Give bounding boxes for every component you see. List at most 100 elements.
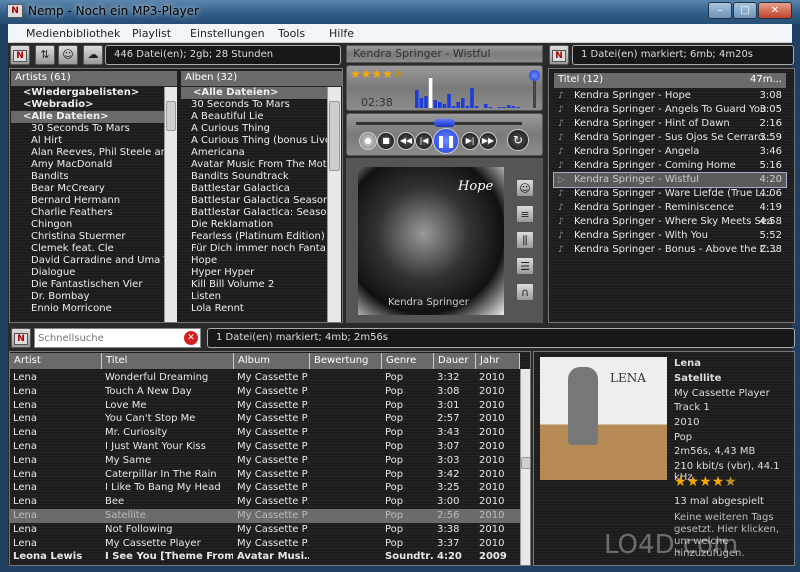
details-cover[interactable]: LENA [540, 357, 667, 480]
table-row[interactable]: LenaSatelliteMy Cassette P…★★★★★Pop2:562… [10, 508, 520, 523]
album-item[interactable]: Die Reklamation [181, 219, 327, 231]
artist-item[interactable]: Charlie Feathers [11, 207, 164, 219]
table-body[interactable]: LenaWonderful DreamingMy Cassette P…★★★★… [10, 371, 520, 564]
album-item[interactable]: Americana [181, 147, 327, 159]
column-header-dauer[interactable]: Dauer [434, 353, 476, 369]
playlist-menu-button[interactable]: N [549, 45, 569, 65]
rewind-button[interactable]: ◀◀ [397, 132, 415, 150]
column-header-bewertung[interactable]: Bewertung [310, 353, 382, 369]
table-row[interactable]: LenaTouch A New DayMy Cassette P…★★★★☆Po… [10, 385, 520, 399]
record-button[interactable]: ● [359, 132, 377, 150]
column-header-artist[interactable]: Artist [10, 353, 102, 369]
artist-item[interactable]: Ennio Morricone [11, 303, 164, 315]
table-row[interactable]: Leona Lewis I See You [Theme From … Avatar… [10, 550, 520, 564]
close-button[interactable]: ✕ [758, 2, 792, 19]
artist-item[interactable]: Alan Reeves, Phil Steele and P [11, 147, 164, 159]
table-row[interactable]: LenaWonderful DreamingMy Cassette P…★★★★… [10, 371, 520, 385]
menu-tools[interactable]: Tools [278, 27, 305, 40]
album-item[interactable]: Lola Rennt [181, 303, 327, 315]
minimize-button[interactable]: – [708, 2, 732, 19]
face-button[interactable]: ☺ [516, 179, 534, 197]
artist-item[interactable]: Dialogue [11, 267, 164, 279]
lyrics-button[interactable]: ≡ [516, 205, 534, 223]
previous-button[interactable]: |◀ [415, 132, 433, 150]
table-menu-button[interactable]: N [11, 328, 31, 348]
album-item[interactable]: Battlestar Galactica [181, 183, 327, 195]
list-button[interactable]: ☰ [516, 257, 534, 275]
progress-knob[interactable] [433, 119, 455, 127]
album-item[interactable]: A Curious Thing [181, 123, 327, 135]
album-item[interactable]: Kill Bill Volume 2 [181, 279, 327, 291]
album-item[interactable]: Battlestar Galactica Season 2 [181, 195, 327, 207]
table-row[interactable]: LenaMy SameMy Cassette P…★★★★☆Pop3:03201… [10, 454, 520, 468]
album-cover[interactable]: Hope Kendra Springer [358, 167, 504, 315]
menu-einstellungen[interactable]: Einstellungen [190, 27, 265, 40]
albums-scrollbar[interactable] [327, 87, 341, 322]
stop-button[interactable]: ■ [377, 132, 395, 150]
album-item[interactable]: Battlestar Galactica: Season … [181, 207, 327, 219]
table-row[interactable]: LenaYou Can't Stop MeMy Cassette P…★★★★☆… [10, 412, 520, 426]
artist-item[interactable]: Bernard Hermann [11, 195, 164, 207]
scroll-thumb[interactable] [521, 457, 530, 469]
album-item[interactable]: A Curious Thing (bonus Live … [181, 135, 327, 147]
playlist-item[interactable]: ♪ Kendra Springer - Hint of Dawn 2:16 [554, 117, 786, 131]
table-row[interactable]: LenaI Just Want Your KissMy Cassette P…★… [10, 440, 520, 454]
album-item[interactable]: Hyper Hyper [181, 267, 327, 279]
table-row[interactable]: LenaLove MeMy Cassette P…★★★★☆Pop3:01201… [10, 399, 520, 413]
album-item[interactable]: Hope [181, 255, 327, 267]
artist-item[interactable]: Dr. Bombay [11, 291, 164, 303]
album-item[interactable]: Fearless (Platinum Edition) [181, 231, 327, 243]
album-item[interactable]: 30 Seconds To Mars [181, 99, 327, 111]
scroll-thumb[interactable] [329, 101, 340, 171]
artist-item[interactable]: Amy MacDonald [11, 159, 164, 171]
artist-item[interactable]: Die Fantastischen Vier [11, 279, 164, 291]
album-item[interactable]: <Alle Dateien> [181, 87, 327, 99]
artist-item[interactable]: <Wiedergabelisten> [11, 87, 164, 99]
playlist-list[interactable]: ♪ Kendra Springer - Hope 3:08 ♪ Kendra Sprin… [553, 89, 787, 257]
artist-item[interactable]: Al Hirt [11, 135, 164, 147]
playlist-item[interactable]: ♪ Kendra Springer - Angels To Guard You 3:… [554, 103, 786, 117]
menu-hilfe[interactable]: Hilfe [329, 27, 354, 40]
quick-search-input[interactable] [36, 330, 181, 346]
playlist-item[interactable]: ▷ Kendra Springer - Wistful 4:20 [553, 172, 787, 188]
cover-mode-button[interactable]: ☺ [58, 45, 78, 65]
artist-item[interactable]: <Webradio> [11, 99, 164, 111]
table-row[interactable]: LenaMr. CuriosityMy Cassette P…★★★★☆Pop3… [10, 426, 520, 440]
artist-item[interactable]: David Carradine and Uma Th… [11, 255, 164, 267]
column-header-genre[interactable]: Genre [382, 353, 434, 369]
playlist-item[interactable]: ♪ Kendra Springer - Sus Ojos Se Cerraro… 3… [554, 131, 786, 145]
volume-knob[interactable] [529, 70, 540, 81]
artist-item[interactable]: Chingon [11, 219, 164, 231]
table-row[interactable]: LenaBeeMy Cassette P…★★★★☆Pop3:002010 [10, 495, 520, 509]
fast-forward-button[interactable]: ▶▶ [479, 132, 497, 150]
artist-item[interactable]: 30 Seconds To Mars [11, 123, 164, 135]
album-item[interactable]: Für Dich immer noch Fanta Sie [181, 243, 327, 255]
album-item[interactable]: Bandits Soundtrack [181, 171, 327, 183]
menu-playlist[interactable]: Playlist [132, 27, 171, 40]
playlist-item[interactable]: ♪ Kendra Springer - Hope 3:08 [554, 89, 786, 103]
artist-item[interactable]: Christina Stuermer [11, 231, 164, 243]
artist-item[interactable]: Clemek feat. Cle [11, 243, 164, 255]
clear-search-icon[interactable]: ✕ [184, 331, 198, 345]
playlist-item[interactable]: ♪ Kendra Springer - Ware Liefde (True L… 4… [554, 187, 786, 201]
playlist-item[interactable]: ♪ Kendra Springer - Where Sky Meets Sea 4:… [554, 215, 786, 229]
table-row[interactable]: Lena Caterpillar In The Rain My Cassette P… [10, 468, 520, 482]
playlist-item[interactable]: ♪ Kendra Springer - Angela 3:46 [554, 145, 786, 159]
artist-item[interactable]: <Alle Dateien> [11, 111, 164, 123]
table-row[interactable]: LenaMy Cassette PlayerMy Cassette P…★★★★… [10, 537, 520, 551]
playlist-item[interactable]: ♪ Kendra Springer - Coming Home 5:16 [554, 159, 786, 173]
pause-button[interactable]: ❚❚ [433, 128, 459, 154]
menu-medienbibliothek[interactable]: Medienbibliothek [26, 27, 120, 40]
quick-search-field[interactable]: ✕ [34, 328, 201, 348]
headphones-button[interactable]: ∩ [516, 283, 534, 301]
artist-item[interactable]: Bear McCreary [11, 183, 164, 195]
cloud-view-button[interactable]: ☁ [83, 45, 103, 65]
album-item[interactable]: A Beautiful Lie [181, 111, 327, 123]
table-row[interactable]: LenaNot FollowingMy Cassette P…★★★★☆Pop3… [10, 523, 520, 537]
nemp-menu-button[interactable]: N [10, 45, 30, 65]
maximize-button[interactable]: □ [733, 2, 757, 19]
album-item[interactable]: Listen [181, 291, 327, 303]
playlist-item[interactable]: ♪ Kendra Springer - Bonus - Above the C… 2… [554, 243, 786, 257]
next-button[interactable]: ▶| [461, 132, 479, 150]
scroll-thumb[interactable] [166, 101, 176, 131]
